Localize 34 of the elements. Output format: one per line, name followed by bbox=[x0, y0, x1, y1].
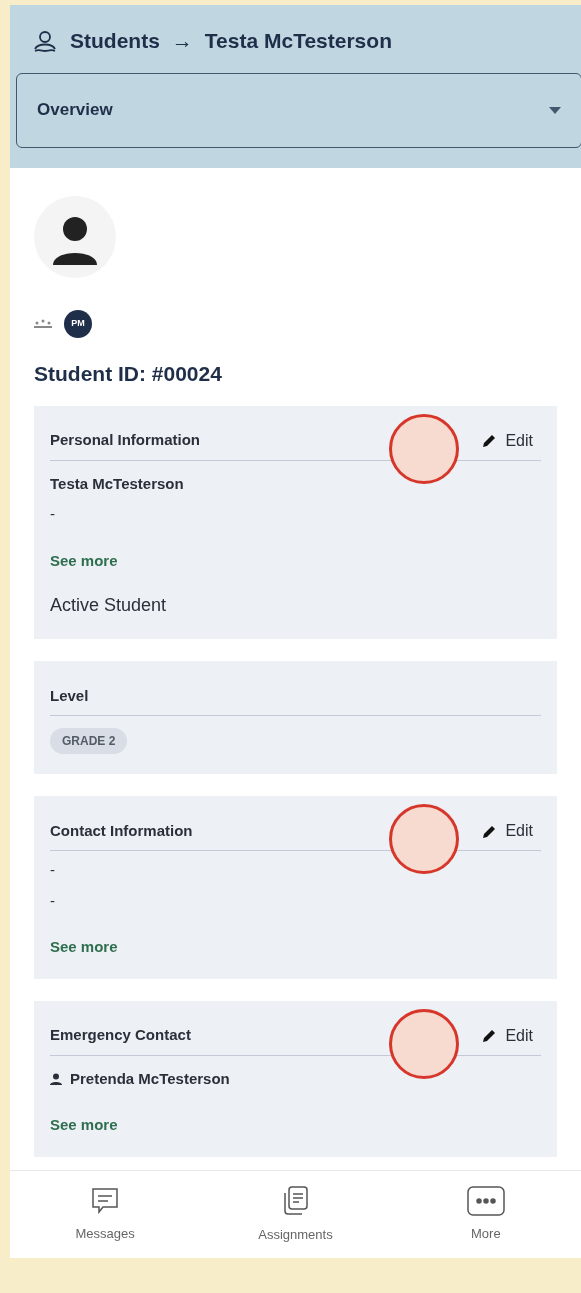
nav-tab[interactable]: More bbox=[430, 1185, 541, 1244]
section-dropdown[interactable]: Overview bbox=[16, 72, 581, 148]
pencil-icon bbox=[482, 823, 498, 839]
card-title: Level bbox=[50, 685, 89, 706]
student-id: Student ID: #00024 bbox=[34, 361, 223, 387]
see-more-link[interactable]: See more bbox=[50, 936, 118, 959]
card-title: Personal Information bbox=[50, 430, 201, 451]
edit-button[interactable]: Edit bbox=[482, 1023, 533, 1048]
card-title: Contact Information bbox=[50, 820, 193, 841]
status-text: Active Student bbox=[50, 594, 168, 617]
field-value: - bbox=[50, 890, 56, 911]
see-more-link[interactable]: See more bbox=[50, 1114, 118, 1137]
see-more-link[interactable]: See more bbox=[50, 549, 118, 572]
student-name: Testa McTesterson bbox=[50, 473, 185, 494]
breadcrumb-link[interactable]: Students bbox=[70, 25, 160, 57]
pencil-icon bbox=[482, 433, 498, 448]
breadcrumb-separator: → bbox=[171, 28, 193, 54]
group-icon bbox=[34, 319, 52, 329]
field-value: - bbox=[50, 860, 56, 880]
more-icon bbox=[466, 1185, 505, 1216]
person-icon bbox=[32, 28, 58, 53]
pencil-icon bbox=[482, 1028, 498, 1043]
field-value: - bbox=[50, 504, 56, 524]
nav-tab[interactable]: Assignments bbox=[240, 1184, 351, 1245]
edit-button[interactable]: Edit bbox=[482, 428, 533, 453]
edit-button[interactable]: Edit bbox=[482, 819, 533, 843]
card-title: Emergency Contact bbox=[50, 1025, 191, 1046]
caret-icon bbox=[549, 106, 561, 114]
contact-name: Pretenda McTesterson bbox=[70, 1068, 230, 1089]
grade-tag: GRADE 2 bbox=[50, 728, 128, 754]
person-icon bbox=[50, 1072, 62, 1085]
breadcrumb-current: Testa McTesterson bbox=[204, 28, 392, 54]
nav-tab[interactable]: Messages bbox=[50, 1185, 161, 1244]
initials-badge: PM bbox=[64, 310, 92, 338]
